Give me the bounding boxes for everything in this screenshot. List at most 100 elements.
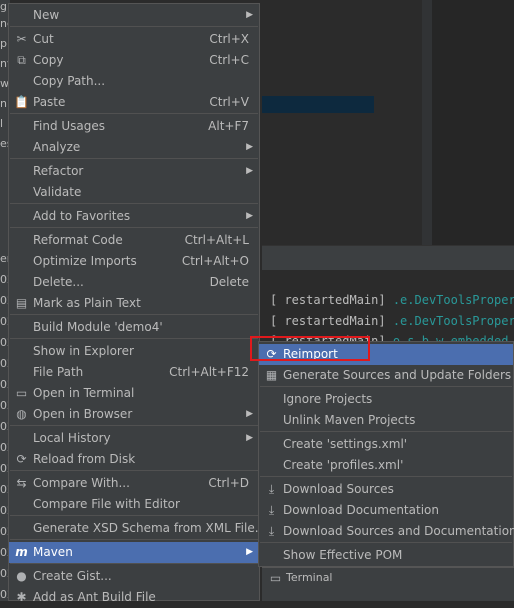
menu-item-show-in-explorer[interactable]: Show in Explorer [9,341,259,362]
menu-item-build-module-demo4[interactable]: Build Module 'demo4' [9,317,259,338]
menu-item-copy[interactable]: ⧉ Copy Ctrl+C [9,50,259,71]
menu-item-local-history[interactable]: Local History ▶ [9,428,259,449]
menu-separator [10,338,258,339]
menu-item-label: Compare File with Editor [33,497,180,511]
menu-item-label: Validate [33,185,82,199]
menu-separator [10,425,258,426]
menu-item-label: Unlink Maven Projects [283,413,416,427]
menu-item-analyze[interactable]: Analyze ▶ [9,137,259,158]
submenu-arrow-icon: ▶ [246,211,253,221]
submenu-item-show-effective-pom[interactable]: Show Effective POM [259,545,513,566]
submenu-item-create-settings-xml[interactable]: Create 'settings.xml' [259,434,513,455]
run-panel-header [262,245,514,271]
menu-item-copy-path[interactable]: Copy Path... [9,71,259,92]
menu-separator [260,386,512,387]
menu-item-label: Create 'settings.xml' [283,437,408,451]
menu-separator [260,431,512,432]
menu-item-create-gist[interactable]: ● Create Gist... [9,566,259,587]
menu-item-maven[interactable]: m Maven ▶ [9,542,259,563]
download-icon: ⤓ [268,482,275,496]
menu-separator [10,158,258,159]
menu-item-open-in-browser[interactable]: ◍ Open in Browser ▶ [9,404,259,425]
menu-item-label: Copy Path... [33,74,106,88]
shortcut-label: Ctrl+V [209,95,249,109]
menu-separator [10,314,258,315]
menu-item-validate[interactable]: Validate [9,182,259,203]
menu-item-reformat-code[interactable]: Reformat Code Ctrl+Alt+L [9,230,259,251]
menu-item-compare-file-with-editor[interactable]: Compare File with Editor [9,494,259,515]
menu-item-label: Reformat Code [33,233,123,247]
menu-separator [260,476,512,477]
menu-item-reload-from-disk[interactable]: ⟳ Reload from Disk [9,449,259,470]
editor-gutter [422,0,432,245]
menu-item-label: Delete... [33,275,84,289]
menu-item-label: Create Gist... [33,569,112,583]
terminal-tab[interactable]: ▭ Terminal [262,567,514,590]
menu-item-refactor[interactable]: Refactor ▶ [9,161,259,182]
maven-icon: m [15,545,28,559]
submenu-arrow-icon: ▶ [246,166,253,176]
menu-item-file-path[interactable]: File Path Ctrl+Alt+F12 [9,362,259,383]
menu-item-compare-with[interactable]: ⇆ Compare With... Ctrl+D [9,473,259,494]
menu-separator [10,203,258,204]
status-bar [262,589,514,601]
highlight-box [250,336,370,361]
submenu-arrow-icon: ▶ [246,547,253,557]
shortcut-label: Ctrl+D [208,476,249,490]
menu-separator [10,26,258,27]
menu-item-label: Local History [33,431,111,445]
menu-item-add-as-ant-build-file[interactable]: ✱ Add as Ant Build File [9,587,259,608]
menu-item-label: Generate Sources and Update Folders [283,368,512,382]
menu-separator [10,539,258,540]
shortcut-label: Ctrl+Alt+F12 [169,365,249,379]
menu-item-paste[interactable]: 📋 Paste Ctrl+V [9,92,259,113]
copy-icon: ⧉ [17,53,26,67]
menu-item-label: Compare With... [33,476,130,490]
terminal-icon: ▭ [269,571,282,585]
editor-selection [262,96,374,113]
menu-item-delete[interactable]: Delete... Delete [9,272,259,293]
globe-icon: ◍ [16,407,27,421]
menu-item-label: Analyze [33,140,81,154]
submenu-item-unlink-maven-projects[interactable]: Unlink Maven Projects [259,410,513,431]
submenu-item-generate-sources-and-update-folders[interactable]: ▦ Generate Sources and Update Folders [259,365,513,386]
menu-item-label: Copy [33,53,64,67]
maven-submenu: ⟳ Reimport ▦ Generate Sources and Update Fo… [258,341,514,567]
submenu-item-download-sources[interactable]: ⤓ Download Sources [259,479,513,500]
menu-item-find-usages[interactable]: Find Usages Alt+F7 [9,116,259,137]
menu-item-label: Refactor [33,164,84,178]
menu-item-label: New [33,8,60,22]
reload-icon: ⟳ [16,452,27,466]
menu-item-new[interactable]: New ▶ [9,5,259,26]
shortcut-label: Alt+F7 [208,119,249,133]
shortcut-label: Ctrl+X [209,32,249,46]
menu-item-open-in-terminal[interactable]: ▭ Open in Terminal [9,383,259,404]
menu-item-optimize-imports[interactable]: Optimize Imports Ctrl+Alt+O [9,251,259,272]
download-icon: ⤓ [268,503,275,517]
menu-item-label: Cut [33,32,54,46]
menu-item-label: Show in Explorer [33,344,134,358]
menu-separator [10,113,258,114]
menu-separator [10,227,258,228]
submenu-item-download-sources-and-documentation[interactable]: ⤓ Download Sources and Documentation [259,521,514,542]
menu-item-label: Generate XSD Schema from XML File... [33,521,267,535]
menu-item-label: Add as Ant Build File [33,590,156,604]
context-menu: New ▶ ✂ Cut Ctrl+X ⧉ Copy Ctrl+C Copy Path... 📋 Pa… [8,3,266,604]
shortcut-label: Ctrl+C [209,53,249,67]
submenu-arrow-icon: ▶ [246,142,253,152]
menu-item-label: Maven [33,545,73,559]
menu-item-mark-as-plain-text[interactable]: ▤ Mark as Plain Text [9,293,259,314]
menu-item-cut[interactable]: ✂ Cut Ctrl+X [9,29,259,50]
menu-item-label: Mark as Plain Text [33,296,141,310]
submenu-arrow-icon: ▶ [246,10,253,20]
menu-item-add-to-favorites[interactable]: Add to Favorites ▶ [9,206,259,227]
submenu-item-create-profiles-xml[interactable]: Create 'profiles.xml' [259,455,513,476]
menu-item-label: Download Sources [283,482,394,496]
submenu-arrow-icon: ▶ [246,409,253,419]
menu-separator [260,542,512,543]
menu-item-generate-xsd-schema-from-xml-file[interactable]: Generate XSD Schema from XML File... [9,518,266,539]
submenu-item-ignore-projects[interactable]: Ignore Projects [259,389,513,410]
submenu-item-download-documentation[interactable]: ⤓ Download Documentation [259,500,513,521]
ant-icon: ✱ [16,590,27,604]
menu-item-label: Download Sources and Documentation [283,524,514,538]
